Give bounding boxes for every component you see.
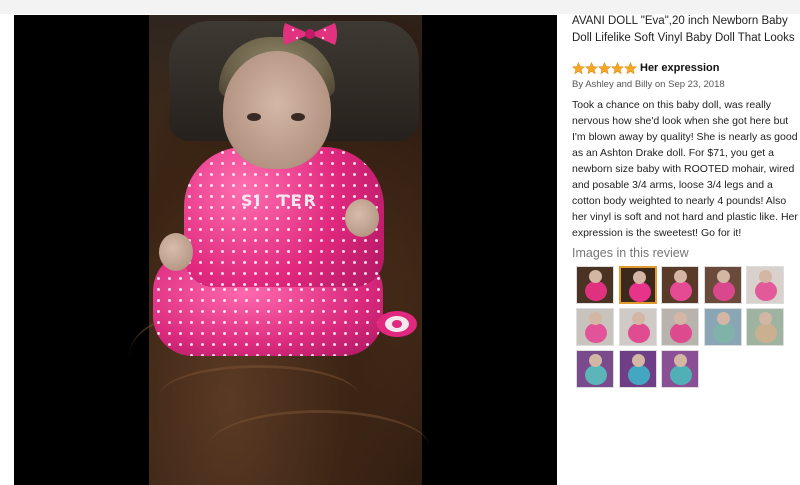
thumbnail-grid [576,266,796,388]
review-thumbnail[interactable] [661,266,699,304]
thumbnail-figure-head [759,270,772,283]
review-thumbnail[interactable] [703,266,742,304]
star-icon [585,62,598,75]
product-title-line: Doll Lifelike Soft Vinyl Baby Doll That … [572,32,795,44]
thumbnail-figure-head [716,270,730,283]
review-thumbnail[interactable] [618,350,657,388]
blanket-fold [209,410,429,483]
review-headline: Her expression [640,62,720,74]
thumbnail-figure-head [759,312,772,325]
thumbnail-figure [755,281,777,301]
review-thumbnail[interactable] [576,308,614,346]
review-thumbnail[interactable] [746,308,784,346]
doll-eye [247,113,261,121]
review-body: Took a chance on this baby doll, was rea… [572,99,798,239]
review-thumbnail[interactable] [576,266,614,304]
review-thumbnail[interactable] [618,308,657,346]
review-thumbnail[interactable] [576,350,614,388]
review-thumbnail[interactable] [703,308,742,346]
thumbnail-figure [670,281,692,301]
thumbnail-figure [585,365,607,385]
thumbnail-figure-head [674,354,687,367]
doll-eye [291,113,305,121]
images-heading: Images in this review [572,246,689,260]
thumbnail-figure [627,365,650,385]
star-icon [598,62,611,75]
thumbnail-figure [712,323,735,343]
star-icon [611,62,624,75]
onesie-print: SI TER [241,191,318,210]
review-byline: By Ashley and Billy on Sep 23, 2018 [572,79,725,90]
thumbnail-figure-head [716,312,730,325]
thumbnail-figure [585,323,607,343]
review-thumbnail[interactable] [661,308,699,346]
thumbnail-figure-head [589,312,602,325]
image-viewer[interactable]: SI TER [14,15,557,485]
doll-head [223,51,331,169]
thumbnail-figure [628,282,651,302]
thumbnail-figure [670,323,692,343]
review-thumbnail[interactable] [618,266,657,304]
thumbnail-figure-head [631,312,645,325]
product-title-line: AVANI DOLL "Eva",20 inch Newborn Baby [572,15,788,27]
review-panel: AVANI DOLL "Eva",20 inch Newborn Baby Do… [572,0,800,485]
thumbnail-figure [712,281,735,301]
review-thumbnail[interactable] [746,266,784,304]
product-title[interactable]: AVANI DOLL "Eva",20 inch Newborn Baby Do… [572,13,798,47]
thumbnail-figure-head [674,312,687,325]
thumbnail-figure-head [589,270,602,283]
thumbnail-figure-head [674,270,687,283]
thumbnail-figure [585,281,607,301]
thumbnail-figure-head [632,271,646,284]
thumbnail-figure-head [631,354,645,367]
thumbnail-figure-head [589,354,602,367]
thumbnail-figure [670,365,692,385]
thumbnail-figure [755,323,777,343]
star-icon [572,62,585,75]
star-icon [624,62,637,75]
review-main-image: SI TER [129,15,429,485]
pacifier-icon [377,311,417,337]
doll-right-hand [345,199,379,237]
bow-icon [283,23,337,45]
thumbnail-figure [627,323,650,343]
star-rating [572,62,637,75]
doll-left-hand [159,233,193,271]
review-thumbnail[interactable] [661,350,699,388]
